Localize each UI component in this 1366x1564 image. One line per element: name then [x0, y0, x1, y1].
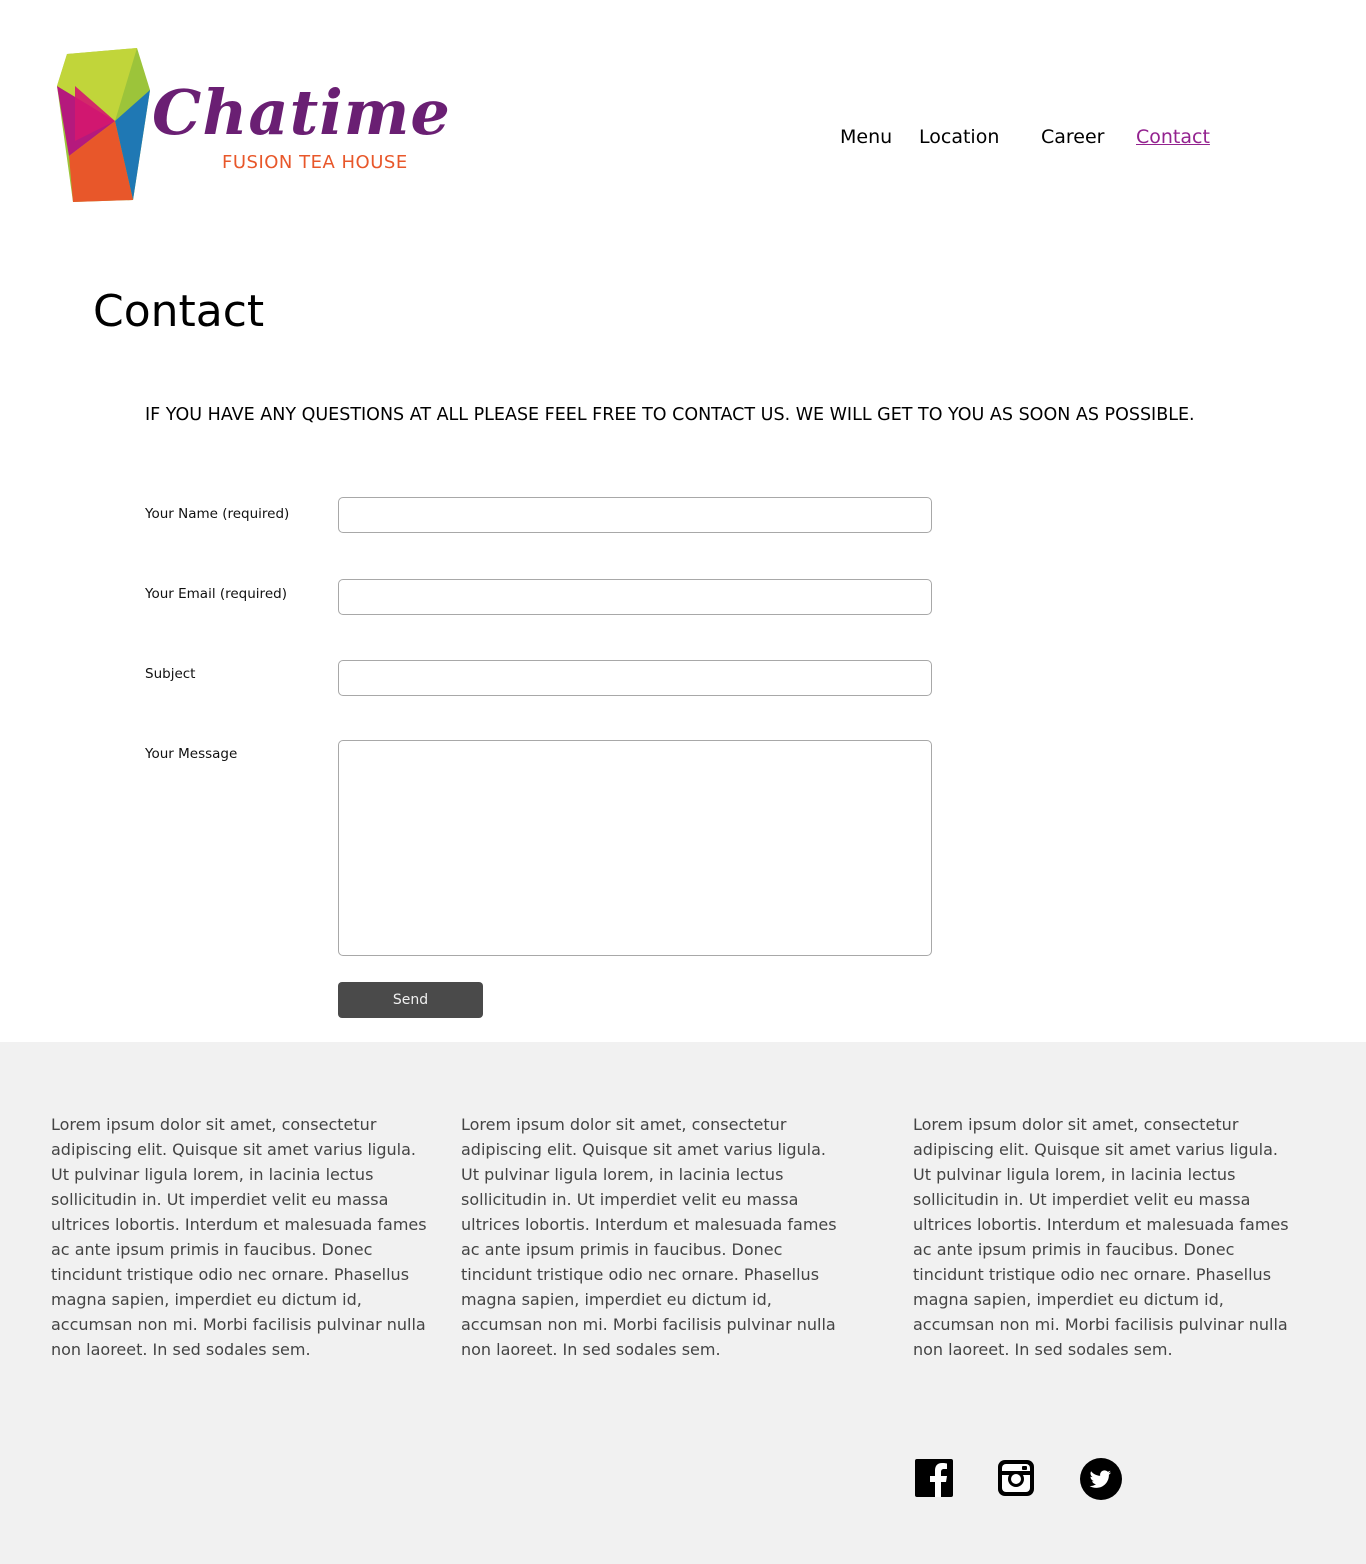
email-label: Your Email (required) — [145, 586, 287, 602]
name-field[interactable] — [338, 497, 932, 533]
nav-item-location[interactable]: Location — [919, 124, 999, 150]
nav-item-contact[interactable]: Contact — [1136, 124, 1210, 150]
footer-column-1: Lorem ipsum dolor sit amet, consectetur … — [51, 1115, 427, 1359]
email-field[interactable] — [338, 579, 932, 615]
facebook-icon[interactable] — [915, 1458, 953, 1498]
intro-text: IF YOU HAVE ANY QUESTIONS AT ALL PLEASE … — [145, 405, 1195, 425]
brand-tagline: FUSION TEA HOUSE — [222, 152, 408, 173]
send-button[interactable]: Send — [338, 982, 483, 1018]
footer-column-3: Lorem ipsum dolor sit amet, consectetur … — [913, 1115, 1289, 1359]
nav-item-career[interactable]: Career — [1041, 124, 1105, 150]
footer: Lorem ipsum dolor sit amet, consectetur … — [0, 1042, 1366, 1564]
instagram-icon[interactable] — [997, 1458, 1035, 1498]
message-field[interactable] — [338, 740, 932, 956]
chatime-logo[interactable]: Chatime FUSION TEA HOUSE — [55, 46, 450, 204]
subject-field[interactable] — [338, 660, 932, 696]
name-label: Your Name (required) — [145, 506, 290, 522]
page-title: Contact — [93, 286, 265, 337]
nav-item-menu[interactable]: Menu — [840, 124, 892, 150]
footer-column-2: Lorem ipsum dolor sit amet, consectetur … — [461, 1115, 837, 1359]
cup-logo-icon — [57, 48, 150, 202]
message-label: Your Message — [145, 746, 238, 762]
subject-label: Subject — [145, 666, 196, 682]
twitter-icon[interactable] — [1079, 1458, 1123, 1502]
brand-wordmark: Chatime — [152, 76, 451, 149]
